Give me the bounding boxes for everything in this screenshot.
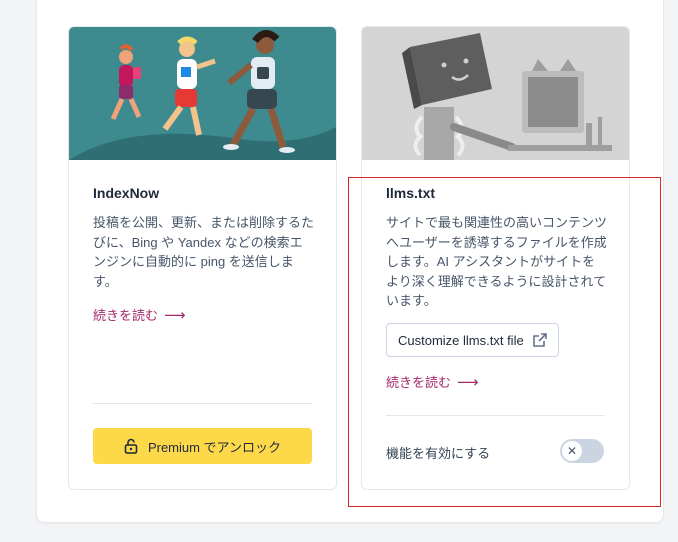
card-title: IndexNow: [93, 185, 160, 201]
card-divider: [386, 415, 605, 416]
read-more-label: 続きを読む: [93, 308, 159, 323]
toggle-knob: ✕: [562, 441, 582, 461]
read-more-link[interactable]: 続きを読む ⟶: [93, 305, 186, 324]
customize-llms-button[interactable]: Customize llms.txt file: [386, 323, 559, 357]
llms-txt-card: llms.txt サイトで最も関連性の高いコンテンツへユーザーを誘導するファイル…: [361, 26, 630, 490]
unlock-premium-button[interactable]: Premium でアンロック: [93, 428, 312, 464]
indexnow-card: IndexNow 投稿を公開、更新、または削除するたびに、Bing や Yand…: [68, 26, 337, 490]
arrow-right-icon: ⟶: [457, 373, 479, 391]
read-more-link[interactable]: 続きを読む ⟶: [386, 372, 479, 391]
card-description: サイトで最も関連性の高いコンテンツへユーザーを誘導するファイルを作成します。AI…: [386, 215, 608, 308]
read-more-label: 続きを読む: [386, 375, 452, 390]
lock-icon: [124, 438, 138, 454]
card-divider: [93, 403, 312, 404]
external-link-icon: [532, 333, 547, 347]
customize-label: Customize llms.txt file: [398, 332, 524, 348]
runners-illustration: [69, 27, 336, 160]
enable-feature-toggle[interactable]: ✕: [560, 439, 604, 463]
robot-illustration: [362, 27, 629, 160]
arrow-right-icon: ⟶: [164, 306, 186, 324]
close-icon: ✕: [566, 444, 578, 458]
premium-label: Premium でアンロック: [147, 439, 282, 455]
card-description: 投稿を公開、更新、または削除するたびに、Bing や Yandex などの検索エ…: [93, 215, 315, 289]
card-title: llms.txt: [386, 185, 436, 201]
enable-feature-label: 機能を有効にする: [386, 446, 491, 461]
